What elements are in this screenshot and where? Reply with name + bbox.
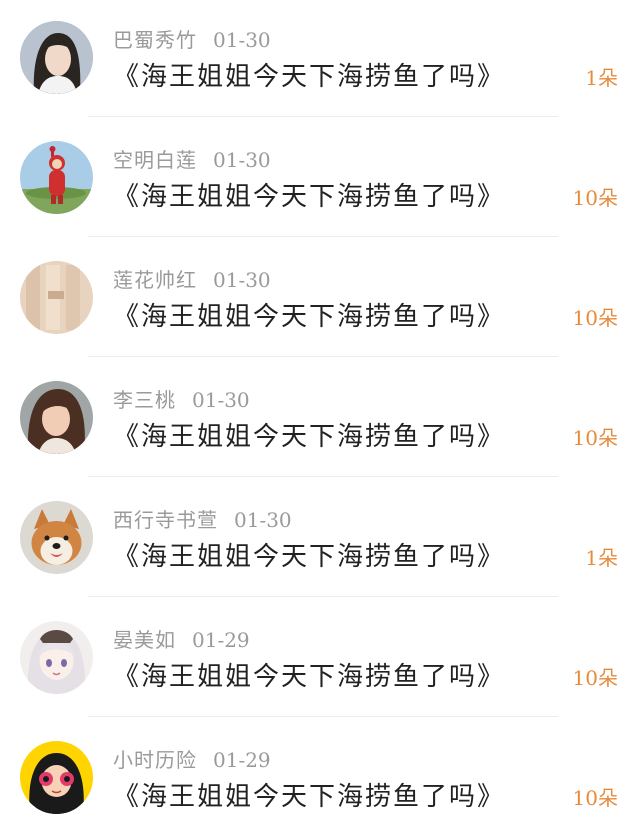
divider [88, 716, 558, 717]
comment-meta: 空明白莲 01-30 [113, 144, 271, 172]
flower-count: 1朵 [585, 66, 618, 90]
list-item[interactable]: 李三桃 01-30 《海王姐姐今天下海捞鱼了吗》 10朵 [0, 360, 640, 480]
divider [88, 116, 558, 117]
anime-girl-avatar-icon [20, 621, 93, 694]
comment-title[interactable]: 《海王姐姐今天下海捞鱼了吗》 [113, 56, 505, 92]
comment-title[interactable]: 《海王姐姐今天下海捞鱼了吗》 [113, 656, 505, 692]
avatar[interactable] [20, 141, 93, 214]
comment-list: 巴蜀秀竹 01-30 《海王姐姐今天下海捞鱼了吗》 1朵 空明白莲 01-30 《海… [0, 0, 640, 825]
avatar[interactable] [20, 21, 93, 94]
avatar[interactable] [20, 381, 93, 454]
flower-count: 10朵 [572, 426, 618, 450]
comment-meta: 李三桃 01-30 [113, 384, 250, 412]
flower-count: 10朵 [572, 186, 618, 210]
avatar[interactable] [20, 261, 93, 334]
cartoon-girl-avatar-icon [20, 741, 93, 814]
username[interactable]: 晏美如 [113, 628, 176, 652]
username[interactable]: 小时历险 [113, 748, 197, 772]
comment-meta: 晏美如 01-29 [113, 624, 250, 652]
comment-meta: 莲花帅红 01-30 [113, 264, 271, 292]
divider [88, 236, 558, 237]
flower-count: 10朵 [572, 786, 618, 810]
comment-date: 01-30 [213, 148, 271, 172]
username[interactable]: 巴蜀秀竹 [113, 28, 197, 52]
comment-title[interactable]: 《海王姐姐今天下海捞鱼了吗》 [113, 296, 505, 332]
list-item[interactable]: 莲花帅红 01-30 《海王姐姐今天下海捞鱼了吗》 10朵 [0, 240, 640, 360]
comment-date: 01-30 [234, 508, 292, 532]
username[interactable]: 莲花帅红 [113, 268, 197, 292]
woman-portrait-avatar-icon [20, 381, 93, 454]
woman-portrait-avatar-icon [20, 21, 93, 94]
avatar[interactable] [20, 741, 93, 814]
flower-count: 10朵 [572, 666, 618, 690]
divider [88, 356, 558, 357]
list-item[interactable]: 西行寺书萱 01-30 《海王姐姐今天下海捞鱼了吗》 1朵 [0, 480, 640, 600]
shiba-dog-avatar-icon [20, 501, 93, 574]
username[interactable]: 空明白莲 [113, 148, 197, 172]
comment-meta: 小时历险 01-29 [113, 744, 271, 772]
comment-title[interactable]: 《海王姐姐今天下海捞鱼了吗》 [113, 176, 505, 212]
flower-count: 1朵 [585, 546, 618, 570]
comment-date: 01-30 [213, 28, 271, 52]
list-item[interactable]: 小时历险 01-29 《海王姐姐今天下海捞鱼了吗》 10朵 [0, 720, 640, 825]
flower-count: 10朵 [572, 306, 618, 330]
username[interactable]: 西行寺书萱 [113, 508, 218, 532]
comment-title[interactable]: 《海王姐姐今天下海捞鱼了吗》 [113, 776, 505, 812]
comment-date: 01-30 [192, 388, 250, 412]
avatar[interactable] [20, 621, 93, 694]
comment-title[interactable]: 《海王姐姐今天下海捞鱼了吗》 [113, 536, 505, 572]
comment-meta: 西行寺书萱 01-30 [113, 504, 292, 532]
comment-meta: 巴蜀秀竹 01-30 [113, 24, 271, 52]
list-item[interactable]: 空明白莲 01-30 《海王姐姐今天下海捞鱼了吗》 10朵 [0, 120, 640, 240]
comment-title[interactable]: 《海王姐姐今天下海捞鱼了吗》 [113, 416, 505, 452]
comment-date: 01-30 [213, 268, 271, 292]
divider [88, 476, 558, 477]
list-item[interactable]: 巴蜀秀竹 01-30 《海王姐姐今天下海捞鱼了吗》 1朵 [0, 0, 640, 120]
avatar[interactable] [20, 501, 93, 574]
beige-fabric-avatar-icon [20, 261, 93, 334]
list-item[interactable]: 晏美如 01-29 《海王姐姐今天下海捞鱼了吗》 10朵 [0, 600, 640, 720]
comment-date: 01-29 [192, 628, 250, 652]
comment-date: 01-29 [213, 748, 271, 772]
red-teletubby-avatar-icon [20, 141, 93, 214]
divider [88, 596, 558, 597]
username[interactable]: 李三桃 [113, 388, 176, 412]
